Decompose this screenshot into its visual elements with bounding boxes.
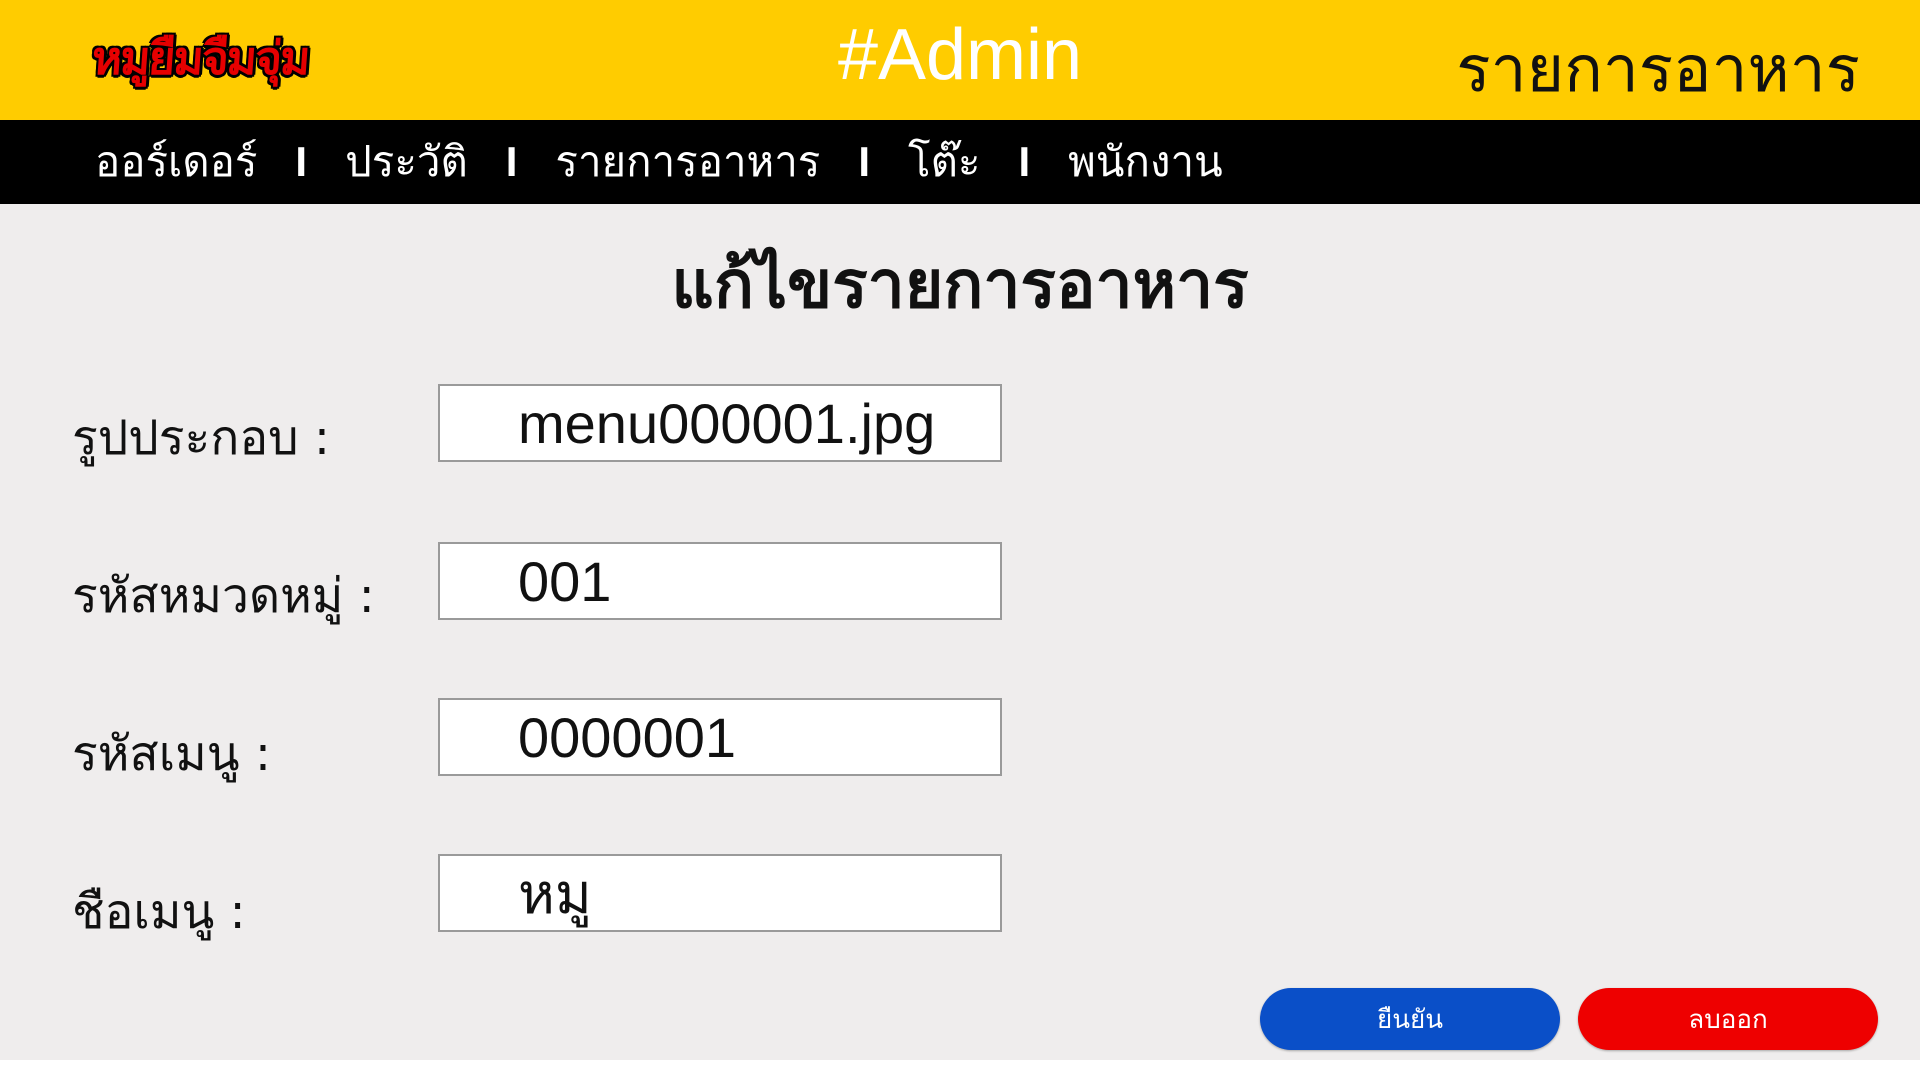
section-title: รายการอาหาร — [1456, 33, 1860, 107]
category-code-label: รหัสหมวดหมู่ : — [72, 568, 375, 624]
image-label: รูปประกอบ : — [72, 410, 331, 466]
nav-item-staff[interactable]: พนักงาน — [1068, 129, 1223, 195]
nav-separator: I — [505, 138, 518, 185]
main-nav: ออร์เดอร์ I ประวัติ I รายการอาหาร I โต๊ะ… — [0, 120, 1920, 204]
confirm-button[interactable]: ยืนยัน — [1260, 988, 1560, 1050]
menu-code-label: รหัสเมนู : — [72, 726, 272, 782]
menu-name-label: ชือเมนู : — [72, 884, 246, 940]
menu-code-input[interactable] — [438, 698, 1002, 776]
nav-separator: I — [295, 138, 308, 185]
nav-item-tables[interactable]: โต๊ะ — [908, 129, 980, 195]
top-header: หมูยืมจืมจุ่ม #Admin รายการอาหาร — [0, 0, 1920, 120]
image-file-input[interactable] — [438, 384, 1002, 462]
nav-item-history[interactable]: ประวัติ — [345, 129, 468, 195]
nav-separator: I — [1018, 138, 1031, 185]
nav-separator: I — [858, 138, 871, 185]
nav-item-menu-list[interactable]: รายการอาหาร — [555, 129, 820, 195]
bottom-strip — [0, 1060, 1920, 1080]
edit-menu-form: แก้ไขรายการอาหาร รูปประกอบ : รหัสหมวดหมู… — [0, 204, 1920, 1060]
admin-app: หมูยืมจืมจุ่ม #Admin รายการอาหาร ออร์เดอ… — [0, 0, 1920, 1080]
category-code-input[interactable] — [438, 542, 1002, 620]
nav-item-orders[interactable]: ออร์เดอร์ — [95, 129, 257, 195]
menu-name-input[interactable] — [438, 854, 1002, 932]
page-title: แก้ไขรายการอาหาร — [671, 246, 1249, 323]
delete-button[interactable]: ลบออก — [1578, 988, 1878, 1050]
